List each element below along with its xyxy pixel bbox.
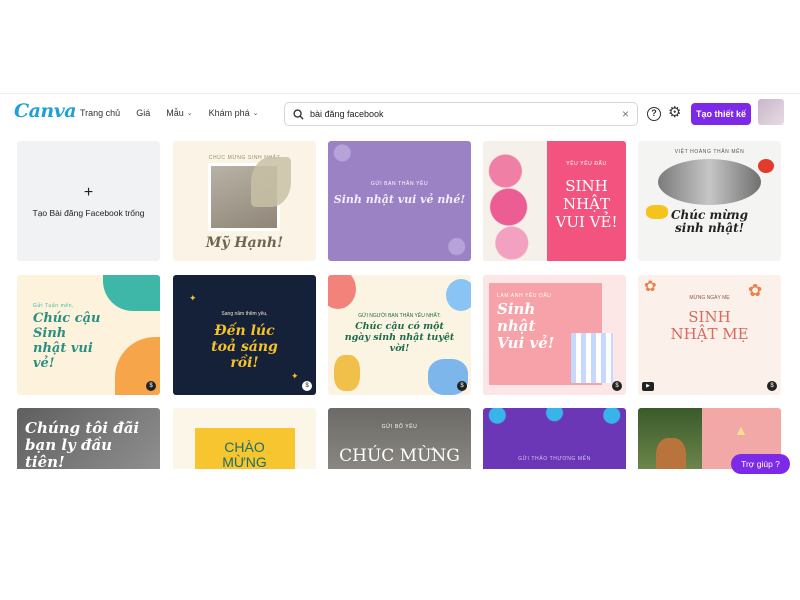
template-main-text: Sinh nhật Vui vẻ! (497, 300, 555, 352)
template-main-text: Đến lúc toả sáng rồi! (211, 323, 278, 371)
template-main-text: Sinh nhật vui vẻ nhé! (333, 193, 466, 206)
nav-templates[interactable]: Mẫu ⌄ (166, 108, 192, 118)
help-icon[interactable]: ? (647, 107, 661, 121)
create-design-button[interactable]: Tạo thiết kế (691, 103, 751, 125)
template-main-text: Chúc cậu có một ngày sinh nhật tuyệt vời… (344, 321, 455, 354)
decor-shape (328, 275, 356, 309)
template-top-text: GỬI THẢO THƯƠNG MẾN (518, 456, 591, 462)
template-main-text: Chúng tôi đãi bạn ly đầu tiên! (25, 419, 140, 470)
nav-pricing[interactable]: Giá (136, 108, 150, 118)
template-card[interactable]: GỬI NGƯỜI BẠN THÂN YÊU NHẤT: Chúc cậu có… (328, 275, 471, 395)
decor-shape (103, 275, 160, 311)
template-card[interactable]: YÊU YÊU ĐẤU SINH NHẬT VUI VẺ! (483, 141, 626, 261)
top-header: Canva Trang chủ Giá Mẫu⌄ Khám phá⌄ × ? ⚙… (0, 94, 800, 134)
decor-pattern (483, 408, 626, 432)
premium-badge: $ (612, 381, 622, 391)
template-main-text: SINH NHẬT MẸ (670, 308, 749, 343)
template-card[interactable]: Chúng tôi đãi bạn ly đầu tiên! (17, 408, 160, 469)
template-card[interactable]: GỬI BỐ YÊU CHÚC MỪNG (328, 408, 471, 469)
template-card[interactable]: Sang năm thêm yêu, Đến lúc toả sáng rồi!… (173, 275, 316, 395)
macaron-photo (483, 141, 547, 261)
flower-icon: ✿ (644, 278, 657, 295)
avatar[interactable] (758, 99, 784, 125)
template-top-text: LAM ANH YÊU DẤU (497, 293, 552, 299)
template-top-text: YÊU YÊU ĐẤU (566, 161, 607, 167)
template-main-text: CHÀO MỪNG NGÀY (222, 439, 267, 470)
canva-logo[interactable]: Canva (14, 100, 77, 122)
canva-app: Canva Trang chủ Giá Mẫu⌄ Khám phá⌄ × ? ⚙… (0, 93, 800, 469)
template-main-text: Mỹ Hạnh! (205, 235, 284, 251)
template-card[interactable]: VIỆT HOÀNG THÂN MẾN Chúc mừng sinh nhật! (638, 141, 781, 261)
blank-card-label: Tạo Bài đăng Facebook trống (32, 208, 145, 218)
cake-shape (571, 333, 613, 383)
plus-icon: + (83, 184, 94, 201)
template-main-text: CHÚC MỪNG (339, 446, 460, 466)
template-top-text: GỬI NGƯỜI BẠN THÂN YÊU NHẤT: (358, 313, 441, 319)
template-card[interactable]: LAM ANH YÊU DẤU Sinh nhật Vui vẻ! $ (483, 275, 626, 395)
decor-shape (446, 279, 471, 311)
template-top-text: GỬI BẠN THÂN YÊU (370, 181, 429, 187)
portrait-photo (658, 159, 761, 205)
nav-discover-label: Khám phá (208, 108, 250, 118)
party-hat-icon: ▲ (734, 422, 748, 438)
play-icon: ▶ (642, 382, 654, 391)
gear-icon[interactable]: ⚙ (668, 105, 681, 121)
template-main-text: Chúc mừng sinh nhật! (670, 208, 749, 235)
template-top-text: VIỆT HOÀNG THÂN MẾN (674, 149, 745, 155)
dog-shape (656, 438, 686, 469)
template-card[interactable]: CHÚC MỪNG SINH NHẬT Mỹ Hạnh! (173, 141, 316, 261)
template-top-text: CHÚC MỪNG SINH NHẬT (208, 155, 281, 161)
clear-icon[interactable]: × (622, 107, 629, 121)
help-button[interactable]: Trợ giúp ? (731, 454, 790, 474)
template-top-text: GỬI BỐ YÊU (381, 424, 418, 430)
decor-shape (758, 159, 774, 173)
search-icon (293, 108, 304, 120)
search-input[interactable] (310, 109, 622, 119)
create-blank-card[interactable]: + Tạo Bài đăng Facebook trống (17, 141, 160, 261)
template-card[interactable]: GỬI BẠN THÂN YÊU Sinh nhật vui vẻ nhé! (328, 141, 471, 261)
template-card[interactable]: ✿ ✿ MỪNG NGÀY MẸ SINH NHẬT MẸ ▶ $ (638, 275, 781, 395)
template-main-text: SINH NHẬT VUI VẺ! (555, 177, 618, 231)
template-top-text: MỪNG NGÀY MẸ (689, 295, 730, 301)
decor-shape (334, 355, 360, 391)
template-card[interactable]: Gửi Tuấn mến, Chúc cậu Sinh nhật vui vẻ!… (17, 275, 160, 395)
nav-home[interactable]: Trang chủ (80, 108, 120, 118)
chevron-down-icon: ⌄ (252, 110, 259, 117)
template-card[interactable]: CHÀO MỪNG NGÀY (173, 408, 316, 469)
template-card[interactable]: GỬI THẢO THƯƠNG MẾN (483, 408, 626, 469)
search-bar[interactable]: × (284, 102, 638, 126)
nav-templates-label: Mẫu (166, 108, 184, 118)
main-nav: Trang chủ Giá Mẫu ⌄ Khám phá ⌄ (80, 108, 259, 118)
template-top-text: Gửi Tuấn mến, (33, 303, 75, 309)
premium-badge: $ (457, 381, 467, 391)
premium-badge: $ (767, 381, 777, 391)
star-icon: ✦ (291, 371, 299, 381)
chevron-down-icon: ⌄ (186, 110, 193, 117)
template-main-text: Chúc cậu Sinh nhật vui vẻ! (33, 311, 101, 371)
premium-badge: $ (302, 381, 312, 391)
star-icon: ✦ (189, 293, 197, 303)
leaf-shape (251, 157, 291, 207)
template-top-text: Sang năm thêm yêu, (221, 311, 268, 317)
premium-badge: $ (146, 381, 156, 391)
nav-discover[interactable]: Khám phá ⌄ (209, 108, 259, 118)
